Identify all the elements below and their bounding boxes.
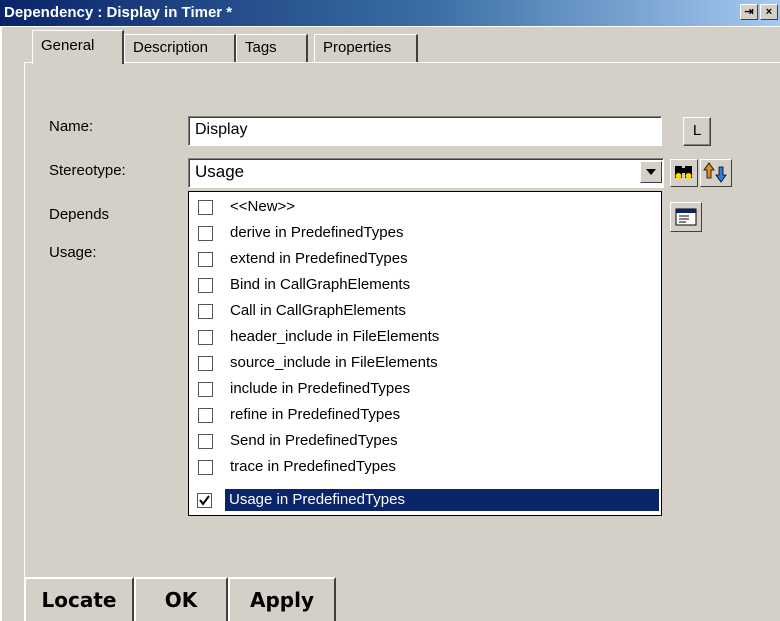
list-item[interactable]: Call in CallGraphElements (190, 300, 660, 322)
list-item[interactable]: source_include in FileElements (190, 352, 660, 374)
tab-general[interactable]: General (32, 30, 124, 64)
list-item-label: include in PredefinedTypes (230, 380, 411, 397)
name-label: Name: (49, 118, 94, 135)
list-item-label: header_include in FileElements (230, 328, 440, 345)
list-item-label: extend in PredefinedTypes (230, 250, 408, 267)
list-item[interactable]: header_include in FileElements (190, 326, 660, 348)
list-item[interactable]: <<New>> (190, 196, 660, 218)
stereotype-select[interactable]: Usage (188, 158, 664, 188)
list-item-label: <<New>> (230, 198, 296, 215)
binoculars-icon[interactable] (670, 159, 698, 187)
checkbox[interactable] (198, 226, 213, 241)
stereotype-label: Stereotype: (49, 162, 126, 179)
list-item-label: trace in PredefinedTypes (230, 458, 396, 475)
list-item[interactable]: trace in PredefinedTypes (190, 456, 660, 478)
list-item-label: Bind in CallGraphElements (230, 276, 411, 293)
depends-label: Depends (49, 206, 110, 223)
checkmark-icon (199, 495, 210, 506)
list-item-selected[interactable]: Usage in PredefinedTypes (197, 489, 659, 511)
stereotype-dropdown-list[interactable]: <<New>> derive in PredefinedTypes extend… (188, 191, 662, 516)
checkbox[interactable] (198, 356, 213, 371)
tab-description[interactable]: Description (124, 34, 236, 62)
list-item-label: Call in CallGraphElements (230, 302, 406, 319)
checkbox[interactable] (198, 200, 213, 215)
tab-properties[interactable]: Properties (314, 34, 418, 62)
checkbox[interactable] (198, 278, 213, 293)
list-item[interactable]: include in PredefinedTypes (190, 378, 660, 400)
list-item-label: refine in PredefinedTypes (230, 406, 401, 423)
window-edge (0, 26, 780, 27)
pin-icon[interactable]: ⇥ (740, 4, 758, 20)
window-title: Dependency : Display in Timer * (4, 4, 233, 21)
checkbox-checked[interactable] (197, 493, 212, 508)
list-item-label: derive in PredefinedTypes (230, 224, 404, 241)
stereotype-value: Usage (195, 162, 245, 181)
list-item-label: source_include in FileElements (230, 354, 438, 371)
checkbox[interactable] (198, 304, 213, 319)
checkbox[interactable] (198, 382, 213, 397)
list-item[interactable]: extend in PredefinedTypes (190, 248, 660, 270)
list-item[interactable]: refine in PredefinedTypes (190, 404, 660, 426)
checkbox[interactable] (198, 330, 213, 345)
l-button[interactable]: L (683, 117, 711, 146)
checkbox[interactable] (198, 434, 213, 449)
list-item[interactable]: derive in PredefinedTypes (190, 222, 660, 244)
checkbox[interactable] (198, 460, 213, 475)
checkbox[interactable] (198, 408, 213, 423)
list-item[interactable]: Send in PredefinedTypes (190, 430, 660, 452)
usage-label: Usage: (49, 244, 97, 261)
properties-icon[interactable] (670, 202, 702, 232)
apply-button[interactable]: Apply (228, 577, 336, 621)
arrows-icon[interactable] (700, 159, 732, 187)
ok-button[interactable]: OK (134, 577, 228, 621)
tab-tags[interactable]: Tags (236, 34, 308, 62)
name-input[interactable]: Display (188, 116, 662, 146)
chevron-down-icon[interactable] (640, 161, 662, 183)
list-item[interactable]: Bind in CallGraphElements (190, 274, 660, 296)
close-icon[interactable]: × (760, 4, 778, 20)
list-item-label: Send in PredefinedTypes (230, 432, 398, 449)
checkbox[interactable] (198, 252, 213, 267)
list-item-label: Usage in PredefinedTypes (229, 491, 405, 508)
window-edge-left (0, 26, 2, 621)
locate-button[interactable]: Locate (24, 577, 134, 621)
title-bar: Dependency : Display in Timer * ⇥ × (0, 0, 780, 26)
